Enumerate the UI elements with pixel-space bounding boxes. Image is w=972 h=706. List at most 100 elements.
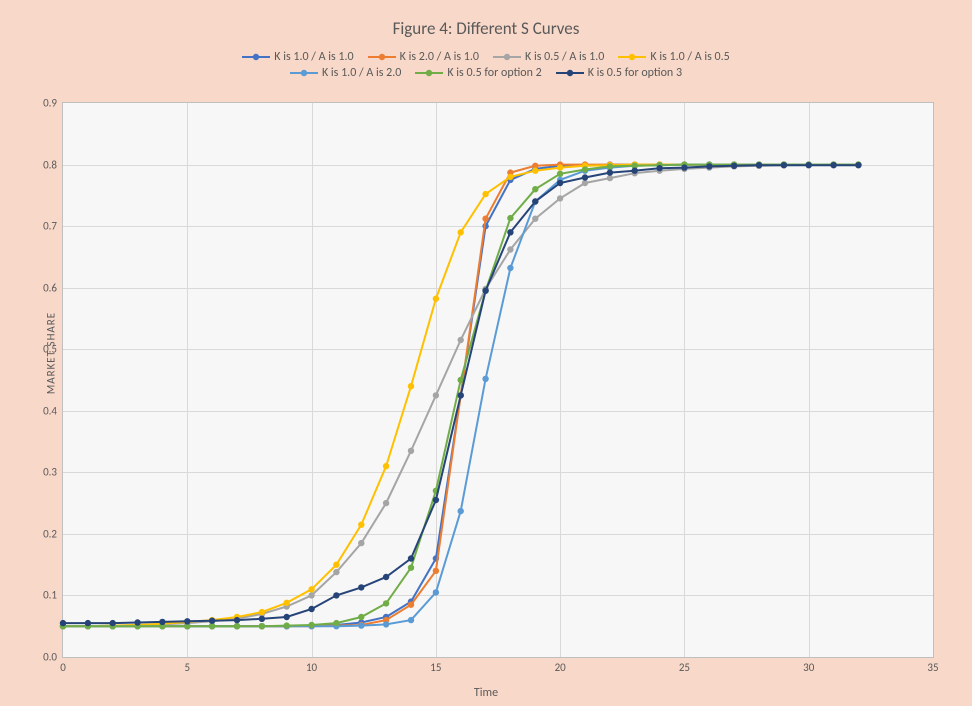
- y-tick-label: 0.7: [43, 220, 63, 233]
- y-tick-label: 0.5: [43, 343, 63, 356]
- series-marker: [110, 620, 116, 626]
- y-tick-label: 0.1: [43, 589, 63, 602]
- legend-marker-icon: [618, 50, 646, 64]
- series-marker: [656, 168, 662, 174]
- series-marker: [507, 215, 513, 221]
- chart-legend: K is 1.0 / A is 1.0 K is 2.0 / A is 1.0 …: [0, 50, 972, 82]
- series-marker: [110, 623, 116, 629]
- series-marker: [85, 623, 91, 629]
- series-line: [63, 165, 858, 627]
- series-marker: [234, 617, 240, 623]
- series-marker: [408, 602, 414, 608]
- series-marker: [60, 623, 66, 629]
- series-marker: [134, 623, 140, 629]
- series-marker: [507, 246, 513, 252]
- series-marker: [284, 623, 290, 629]
- gridline-horizontal: [63, 226, 933, 227]
- series-marker: [134, 622, 140, 628]
- series-marker: [358, 540, 364, 546]
- series-marker: [632, 163, 638, 169]
- chart-container: Figure 4: Different S Curves K is 1.0 / …: [0, 0, 972, 706]
- gridline-horizontal: [63, 472, 933, 473]
- series-marker: [159, 621, 165, 627]
- series-marker: [607, 169, 613, 175]
- gridline-horizontal: [63, 165, 933, 166]
- gridline-horizontal: [63, 349, 933, 350]
- series-marker: [358, 522, 364, 528]
- series-marker: [333, 622, 339, 628]
- series-marker: [632, 163, 638, 169]
- series-marker: [284, 603, 290, 609]
- series-marker: [234, 616, 240, 622]
- series-marker: [756, 163, 762, 169]
- series-marker: [582, 174, 588, 180]
- series-marker: [532, 186, 538, 192]
- plot-area: 0.00.10.20.30.40.50.60.70.80.90510152025…: [62, 102, 934, 658]
- legend-label: K is 1.0 / A is 0.5: [650, 50, 729, 64]
- series-marker: [358, 622, 364, 628]
- series-marker: [532, 163, 538, 169]
- series-marker: [234, 623, 240, 629]
- series-marker: [333, 562, 339, 568]
- series-marker: [159, 623, 165, 629]
- series-marker: [134, 619, 140, 625]
- legend-label: K is 0.5 for option 2: [447, 66, 541, 80]
- series-marker: [333, 622, 339, 628]
- legend-label: K is 2.0 / A is 1.0: [400, 50, 479, 64]
- series-marker: [383, 621, 389, 627]
- series-marker: [383, 617, 389, 623]
- gridline-horizontal: [63, 288, 933, 289]
- series-marker: [482, 191, 488, 197]
- series-marker: [408, 448, 414, 454]
- y-tick-label: 0.6: [43, 281, 63, 294]
- x-tick-label: 25: [679, 657, 690, 674]
- series-marker: [85, 623, 91, 629]
- legend-row-2: K is 1.0 / A is 2.0 K is 0.5 for option …: [290, 66, 682, 80]
- series-line: [63, 165, 858, 627]
- series-marker: [60, 623, 66, 629]
- series-marker: [482, 376, 488, 382]
- series-marker: [532, 198, 538, 204]
- series-layer: [63, 103, 933, 657]
- series-marker: [383, 600, 389, 606]
- series-marker: [209, 618, 215, 624]
- series-marker: [159, 623, 165, 629]
- legend-marker-icon: [368, 50, 396, 64]
- chart-title: Figure 4: Different S Curves: [0, 18, 972, 39]
- series-marker: [507, 174, 513, 180]
- series-marker: [507, 265, 513, 271]
- series-marker: [383, 614, 389, 620]
- legend-marker-icon: [290, 66, 318, 80]
- series-marker: [110, 623, 116, 629]
- series-line: [63, 165, 858, 627]
- legend-label: K is 0.5 for option 3: [588, 66, 682, 80]
- series-marker: [284, 600, 290, 606]
- legend-label: K is 0.5 / A is 1.0: [525, 50, 604, 64]
- y-tick-label: 0.3: [43, 466, 63, 479]
- y-tick-label: 0.4: [43, 404, 63, 417]
- series-marker: [259, 609, 265, 615]
- series-line: [63, 165, 858, 627]
- series-marker: [482, 286, 488, 292]
- legend-item: K is 0.5 for option 3: [556, 66, 682, 80]
- series-marker: [458, 508, 464, 514]
- y-tick-label: 0.9: [43, 97, 63, 110]
- series-marker: [507, 229, 513, 235]
- series-marker: [134, 623, 140, 629]
- series-marker: [259, 623, 265, 629]
- series-marker: [532, 198, 538, 204]
- series-marker: [333, 620, 339, 626]
- legend-item: K is 0.5 for option 2: [415, 66, 541, 80]
- series-marker: [134, 623, 140, 629]
- series-marker: [110, 622, 116, 628]
- series-marker: [234, 623, 240, 629]
- series-marker: [358, 584, 364, 590]
- gridline-vertical: [436, 103, 437, 657]
- legend-item: K is 1.0 / A is 1.0: [242, 50, 353, 64]
- gridline-vertical: [560, 103, 561, 657]
- legend-item: K is 2.0 / A is 1.0: [368, 50, 479, 64]
- series-marker: [408, 565, 414, 571]
- series-marker: [408, 383, 414, 389]
- legend-item: K is 0.5 / A is 1.0: [493, 50, 604, 64]
- gridline-vertical: [809, 103, 810, 657]
